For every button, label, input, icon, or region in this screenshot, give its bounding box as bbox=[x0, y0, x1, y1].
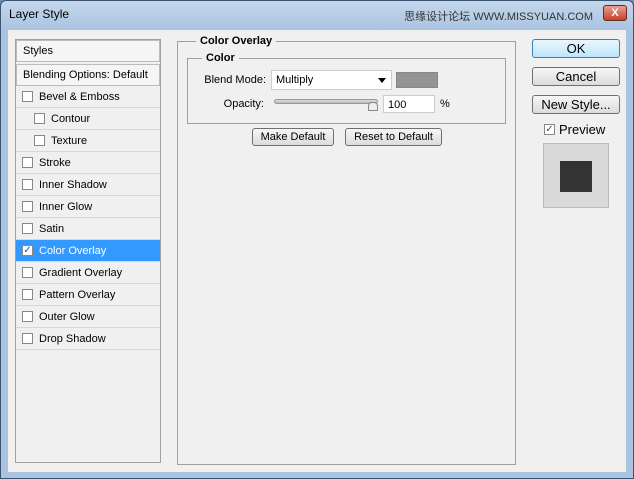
style-item-contour[interactable]: Contour bbox=[16, 108, 160, 130]
style-item-drop-shadow[interactable]: Drop Shadow bbox=[16, 328, 160, 350]
checkbox-icon[interactable] bbox=[34, 113, 45, 124]
watermark: 思缘设计论坛 WWW.MISSYUAN.COM bbox=[404, 11, 593, 23]
opacity-input[interactable]: 100 bbox=[383, 95, 435, 113]
blending-options-item[interactable]: Blending Options: Default bbox=[16, 64, 160, 86]
checkbox-checked-icon: ✓ bbox=[544, 124, 555, 135]
checkbox-icon[interactable] bbox=[22, 267, 33, 278]
style-item-label: Gradient Overlay bbox=[39, 266, 123, 279]
cancel-button[interactable]: Cancel bbox=[532, 67, 620, 86]
preview-label: Preview bbox=[559, 122, 606, 137]
style-item-label: Contour bbox=[51, 112, 91, 125]
preview-checkbox[interactable]: ✓ Preview bbox=[544, 122, 605, 137]
checkbox-icon[interactable] bbox=[22, 157, 33, 168]
opacity-unit: % bbox=[440, 98, 450, 110]
group-title: Color bbox=[202, 52, 239, 64]
style-item-label: Pattern Overlay bbox=[39, 288, 116, 301]
style-item-label: Satin bbox=[39, 222, 65, 235]
opacity-slider-thumb[interactable] bbox=[368, 102, 378, 111]
color-overlay-panel: Color Overlay Color Blend Mode: Multiply… bbox=[177, 35, 516, 465]
reset-to-default-button[interactable]: Reset to Default bbox=[345, 128, 442, 146]
dialog-body: Styles Blending Options: Default Bevel &… bbox=[8, 30, 626, 472]
style-item-stroke[interactable]: Stroke bbox=[16, 152, 160, 174]
new-style-button[interactable]: New Style... bbox=[532, 95, 620, 114]
style-item-label: Inner Shadow bbox=[39, 178, 107, 191]
checkbox-icon[interactable] bbox=[34, 135, 45, 146]
layer-style-dialog: Layer Style 思缘设计论坛 WWW.MISSYUAN.COM X St… bbox=[0, 0, 634, 479]
panel-title: Color Overlay bbox=[196, 35, 277, 47]
style-item-bevel-emboss[interactable]: Bevel & Emboss bbox=[16, 86, 160, 108]
blend-mode-value: Multiply bbox=[276, 74, 314, 86]
checkbox-icon[interactable] bbox=[22, 333, 33, 344]
style-item-outer-glow[interactable]: Outer Glow bbox=[16, 306, 160, 328]
style-item-label: Texture bbox=[51, 134, 88, 147]
style-item-color-overlay[interactable]: ✓ Color Overlay bbox=[16, 240, 160, 262]
styles-list: Styles Blending Options: Default Bevel &… bbox=[15, 39, 161, 463]
overlay-color-swatch[interactable] bbox=[396, 72, 438, 88]
style-item-texture[interactable]: Texture bbox=[16, 130, 160, 152]
style-item-label: Stroke bbox=[39, 156, 71, 169]
make-default-button[interactable]: Make Default bbox=[252, 128, 334, 146]
preview-thumbnail bbox=[543, 143, 609, 208]
checkbox-icon[interactable] bbox=[22, 223, 33, 234]
style-item-label: Outer Glow bbox=[39, 310, 95, 323]
close-button[interactable]: X bbox=[603, 5, 627, 21]
checkbox-icon[interactable] bbox=[22, 289, 33, 300]
checkbox-checked-icon[interactable]: ✓ bbox=[22, 245, 33, 256]
checkbox-icon[interactable] bbox=[22, 91, 33, 102]
style-item-pattern-overlay[interactable]: Pattern Overlay bbox=[16, 284, 160, 306]
style-item-label: Inner Glow bbox=[39, 200, 93, 213]
blend-mode-select[interactable]: Multiply bbox=[271, 70, 392, 90]
ok-button[interactable]: OK bbox=[532, 39, 620, 58]
blend-mode-label: Blend Mode: bbox=[204, 74, 266, 86]
style-item-gradient-overlay[interactable]: Gradient Overlay bbox=[16, 262, 160, 284]
chevron-down-icon bbox=[378, 78, 386, 83]
color-group: Color Blend Mode: Multiply Opacity: 100 … bbox=[187, 52, 506, 124]
styles-header[interactable]: Styles bbox=[16, 40, 160, 62]
opacity-slider[interactable] bbox=[274, 99, 378, 104]
style-item-label: Color Overlay bbox=[39, 244, 107, 257]
preview-shape bbox=[560, 161, 592, 192]
style-item-label: Drop Shadow bbox=[39, 332, 106, 345]
style-item-inner-glow[interactable]: Inner Glow bbox=[16, 196, 160, 218]
window-title: Layer Style bbox=[9, 7, 70, 21]
checkbox-icon[interactable] bbox=[22, 179, 33, 190]
opacity-label: Opacity: bbox=[223, 98, 264, 110]
style-item-satin[interactable]: Satin bbox=[16, 218, 160, 240]
style-item-inner-shadow[interactable]: Inner Shadow bbox=[16, 174, 160, 196]
checkbox-icon[interactable] bbox=[22, 201, 33, 212]
style-item-label: Bevel & Emboss bbox=[39, 90, 120, 103]
checkbox-icon[interactable] bbox=[22, 311, 33, 322]
